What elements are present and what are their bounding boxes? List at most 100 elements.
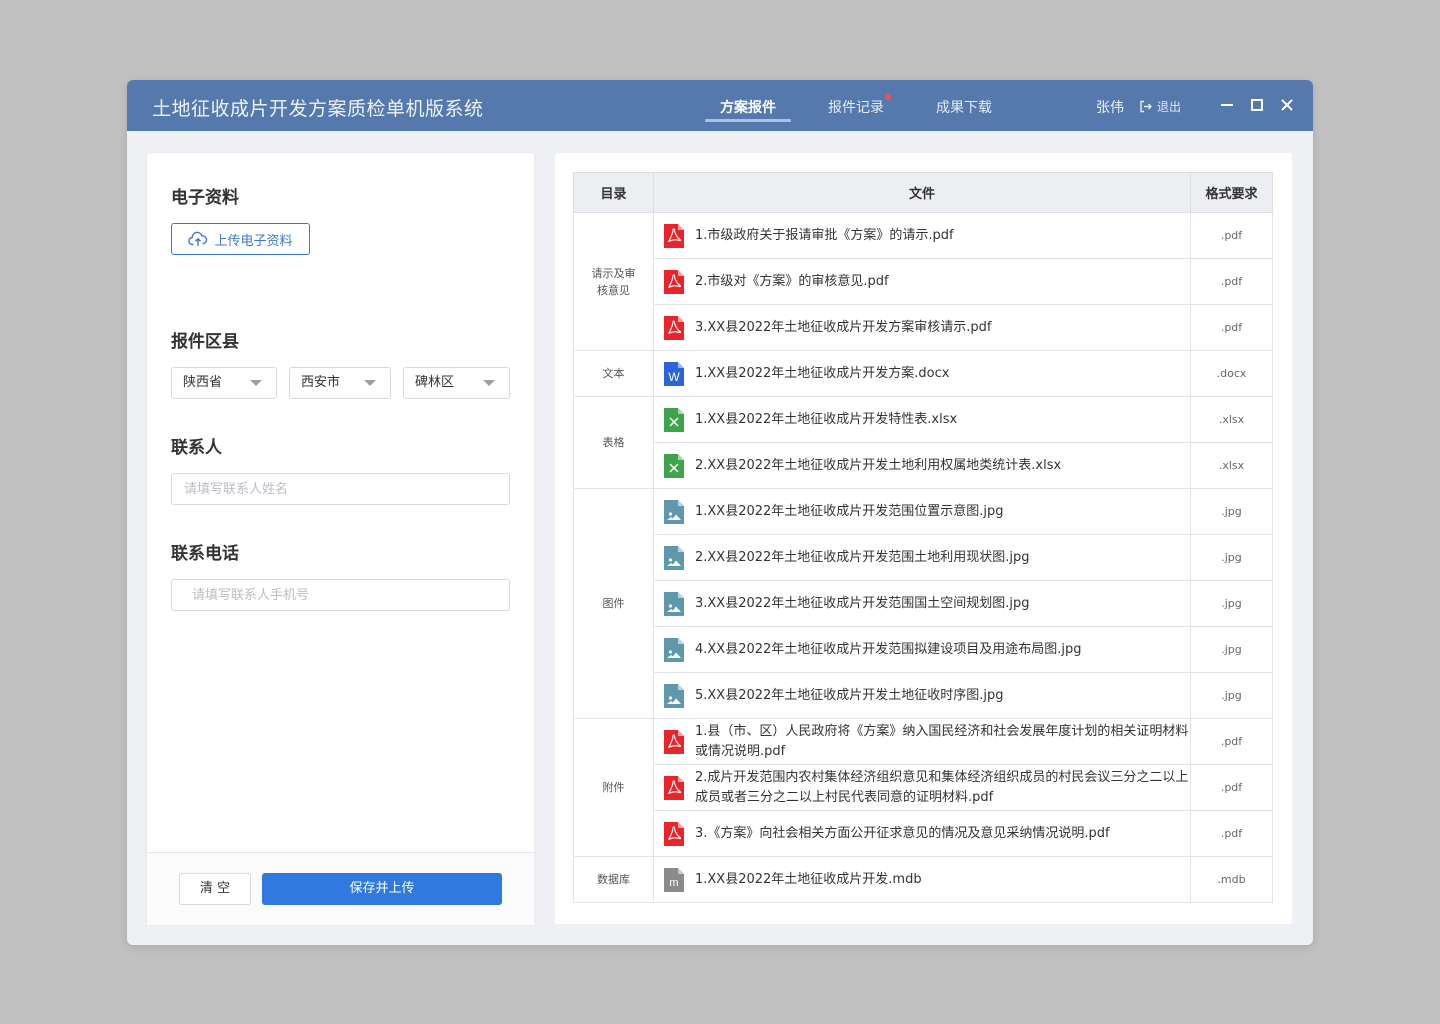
file-entry[interactable]: 2.XX县2022年土地征收成片开发土地利用权属地类统计表.xlsx bbox=[664, 453, 1190, 478]
file-entry[interactable]: 3.XX县2022年土地征收成片开发方案审核请示.pdf bbox=[664, 315, 1190, 340]
logout-button[interactable]: 退出 bbox=[1139, 98, 1181, 115]
mdb-icon: m bbox=[664, 867, 684, 892]
logout-label: 退出 bbox=[1157, 100, 1182, 114]
tab-downloads[interactable]: 成果下载 bbox=[936, 97, 992, 117]
file-name[interactable]: 1.XX县2022年土地征收成片开发方案.docx bbox=[695, 364, 949, 384]
district-select[interactable]: 碑林区 bbox=[403, 367, 510, 399]
category-cell: 表格 bbox=[573, 396, 654, 489]
file-cell[interactable]: 1.市级政府关于报请审批《方案》的请示.pdf bbox=[653, 212, 1191, 259]
format-label: .mdb bbox=[1217, 873, 1246, 886]
minimize-icon[interactable] bbox=[1217, 95, 1237, 115]
file-cell[interactable]: 1.XX县2022年土地征收成片开发特性表.xlsx bbox=[653, 396, 1191, 443]
contact-title: 联系人 bbox=[171, 438, 222, 458]
format-label: .jpg bbox=[1221, 505, 1242, 518]
format-cell: .pdf bbox=[1190, 258, 1273, 305]
clear-button[interactable]: 清 空 bbox=[179, 873, 251, 905]
file-entry[interactable]: 5.XX县2022年土地征收成片开发土地征收时序图.jpg bbox=[664, 683, 1190, 708]
file-name[interactable]: 2.XX县2022年土地征收成片开发范围土地利用现状图.jpg bbox=[695, 548, 1030, 568]
file-entry[interactable]: 1.XX县2022年土地征收成片开发特性表.xlsx bbox=[664, 407, 1190, 432]
province-select[interactable]: 陕西省 bbox=[171, 367, 277, 399]
save-upload-button[interactable]: 保存并上传 bbox=[262, 873, 502, 905]
format-cell: .mdb bbox=[1190, 856, 1273, 903]
file-cell[interactable]: 5.XX县2022年土地征收成片开发土地征收时序图.jpg bbox=[653, 672, 1191, 719]
district-value: 碑林区 bbox=[415, 375, 455, 390]
file-cell[interactable]: 4.XX县2022年土地征收成片开发范围拟建设项目及用途布局图.jpg bbox=[653, 626, 1191, 673]
format-label: .xlsx bbox=[1218, 413, 1245, 426]
table-row: 3.XX县2022年土地征收成片开发范围国土空间规划图.jpg .jpg bbox=[574, 580, 1273, 627]
user-name[interactable]: 张伟 bbox=[1096, 97, 1124, 117]
close-icon[interactable] bbox=[1277, 95, 1297, 115]
file-entry[interactable]: 2.成片开发范围内农村集体经济组织意见和集体经济组织成员的村民会议三分之二以上成… bbox=[664, 768, 1190, 808]
active-tab-indicator bbox=[705, 119, 791, 122]
file-entry[interactable]: 1.市级政府关于报请审批《方案》的请示.pdf bbox=[664, 223, 1190, 248]
image-icon bbox=[664, 637, 684, 662]
format-cell: .jpg bbox=[1190, 672, 1273, 719]
file-name[interactable]: 5.XX县2022年土地征收成片开发土地征收时序图.jpg bbox=[695, 686, 1004, 706]
category-label: 图件 bbox=[602, 597, 625, 610]
file-name[interactable]: 3.XX县2022年土地征收成片开发方案审核请示.pdf bbox=[695, 318, 992, 338]
file-cell[interactable]: 3.《方案》向社会相关方面公开征求意见的情况及意见采纳情况说明.pdf bbox=[653, 810, 1191, 857]
table-row: 5.XX县2022年土地征收成片开发土地征收时序图.jpg .jpg bbox=[574, 672, 1273, 719]
phone-title: 联系电话 bbox=[171, 544, 239, 564]
table-row: 4.XX县2022年土地征收成片开发范围拟建设项目及用途布局图.jpg .jpg bbox=[574, 626, 1273, 673]
file-cell[interactable]: 1.县（市、区）人民政府将《方案》纳入国民经济和社会发展年度计划的相关证明材料或… bbox=[653, 718, 1191, 765]
file-entry[interactable]: 1.XX县2022年土地征收成片开发范围位置示意图.jpg bbox=[664, 499, 1190, 524]
file-cell[interactable]: 3.XX县2022年土地征收成片开发方案审核请示.pdf bbox=[653, 304, 1191, 351]
format-cell: .jpg bbox=[1190, 534, 1273, 581]
file-entry[interactable]: 2.市级对《方案》的审核意见.pdf bbox=[664, 269, 1190, 294]
category-cell: 文本 bbox=[573, 350, 654, 397]
format-cell: .pdf bbox=[1190, 304, 1273, 351]
file-name[interactable]: 1.市级政府关于报请审批《方案》的请示.pdf bbox=[695, 226, 954, 246]
file-cell[interactable]: 1.XX县2022年土地征收成片开发范围位置示意图.jpg bbox=[653, 488, 1191, 535]
file-entry[interactable]: 3.《方案》向社会相关方面公开征求意见的情况及意见采纳情况说明.pdf bbox=[664, 821, 1190, 846]
maximize-icon[interactable] bbox=[1247, 95, 1267, 115]
file-name[interactable]: 1.XX县2022年土地征收成片开发.mdb bbox=[695, 870, 922, 890]
file-name[interactable]: 1.XX县2022年土地征收成片开发特性表.xlsx bbox=[695, 410, 957, 430]
format-cell: .xlsx bbox=[1190, 442, 1273, 489]
app-title: 土地征收成片开发方案质检单机版系统 bbox=[152, 98, 484, 120]
file-entry[interactable]: 4.XX县2022年土地征收成片开发范围拟建设项目及用途布局图.jpg bbox=[664, 637, 1190, 662]
file-entry[interactable]: W 1.XX县2022年土地征收成片开发方案.docx bbox=[664, 361, 1190, 386]
title-bar: 土地征收成片开发方案质检单机版系统 方案报件 报件记录 成果下载 张伟 退出 bbox=[127, 80, 1313, 131]
format-label: .pdf bbox=[1220, 781, 1243, 794]
file-name[interactable]: 3.XX县2022年土地征收成片开发范围国土空间规划图.jpg bbox=[695, 594, 1030, 614]
file-cell[interactable]: 2.XX县2022年土地征收成片开发范围土地利用现状图.jpg bbox=[653, 534, 1191, 581]
image-icon bbox=[664, 545, 684, 570]
file-cell[interactable]: 2.市级对《方案》的审核意见.pdf bbox=[653, 258, 1191, 305]
format-label: .pdf bbox=[1220, 321, 1243, 334]
city-select[interactable]: 西安市 bbox=[289, 367, 391, 399]
app-window: 土地征收成片开发方案质检单机版系统 方案报件 报件记录 成果下载 张伟 退出 电… bbox=[127, 80, 1313, 945]
format-cell: .jpg bbox=[1190, 580, 1273, 627]
file-cell[interactable]: 2.成片开发范围内农村集体经济组织意见和集体经济组织成员的村民会议三分之二以上成… bbox=[653, 764, 1191, 811]
category-cell: 数据库 bbox=[573, 856, 654, 903]
file-cell[interactable]: 2.XX县2022年土地征收成片开发土地利用权属地类统计表.xlsx bbox=[653, 442, 1191, 489]
file-name[interactable]: 4.XX县2022年土地征收成片开发范围拟建设项目及用途布局图.jpg bbox=[695, 640, 1082, 660]
format-label: .pdf bbox=[1220, 827, 1243, 840]
contact-name-input[interactable] bbox=[171, 473, 510, 505]
format-label: .docx bbox=[1216, 367, 1247, 380]
svg-text:m: m bbox=[669, 877, 678, 889]
category-label: 附件 bbox=[602, 781, 625, 794]
table-row: 2.XX县2022年土地征收成片开发范围土地利用现状图.jpg .jpg bbox=[574, 534, 1273, 581]
tab-records[interactable]: 报件记录 bbox=[828, 97, 884, 117]
phone-input[interactable] bbox=[171, 579, 510, 611]
file-name[interactable]: 1.XX县2022年土地征收成片开发范围位置示意图.jpg bbox=[695, 502, 1004, 522]
upload-button[interactable]: 上传电子资料 bbox=[171, 223, 310, 255]
pdf-icon bbox=[664, 269, 684, 294]
file-entry[interactable]: 2.XX县2022年土地征收成片开发范围土地利用现状图.jpg bbox=[664, 545, 1190, 570]
file-cell[interactable]: m 1.XX县2022年土地征收成片开发.mdb bbox=[653, 856, 1191, 903]
file-name[interactable]: 2.市级对《方案》的审核意见.pdf bbox=[695, 272, 889, 292]
file-entry[interactable]: m 1.XX县2022年土地征收成片开发.mdb bbox=[664, 867, 1190, 892]
file-entry[interactable]: 1.县（市、区）人民政府将《方案》纳入国民经济和社会发展年度计划的相关证明材料或… bbox=[664, 722, 1190, 762]
file-cell[interactable]: W 1.XX县2022年土地征收成片开发方案.docx bbox=[653, 350, 1191, 397]
file-entry[interactable]: 3.XX县2022年土地征收成片开发范围国土空间规划图.jpg bbox=[664, 591, 1190, 616]
file-name[interactable]: 1.县（市、区）人民政府将《方案》纳入国民经济和社会发展年度计划的相关证明材料或… bbox=[695, 722, 1190, 762]
file-cell[interactable]: 3.XX县2022年土地征收成片开发范围国土空间规划图.jpg bbox=[653, 580, 1191, 627]
form-panel: 电子资料 上传电子资料 报件区县 陕西省 西安市 碑林区 联系人 联系电话 清 … bbox=[147, 153, 534, 925]
table-row: 表格 1.XX县2022年土地征收成片开发特性表.xlsx .xlsx bbox=[573, 396, 1273, 489]
notification-dot bbox=[885, 94, 891, 100]
file-name[interactable]: 2.XX县2022年土地征收成片开发土地利用权属地类统计表.xlsx bbox=[695, 456, 1061, 476]
file-name[interactable]: 2.成片开发范围内农村集体经济组织意见和集体经济组织成员的村民会议三分之二以上成… bbox=[695, 768, 1190, 808]
file-name[interactable]: 3.《方案》向社会相关方面公开征求意见的情况及意见采纳情况说明.pdf bbox=[695, 824, 1110, 844]
tab-submission[interactable]: 方案报件 bbox=[720, 97, 776, 117]
